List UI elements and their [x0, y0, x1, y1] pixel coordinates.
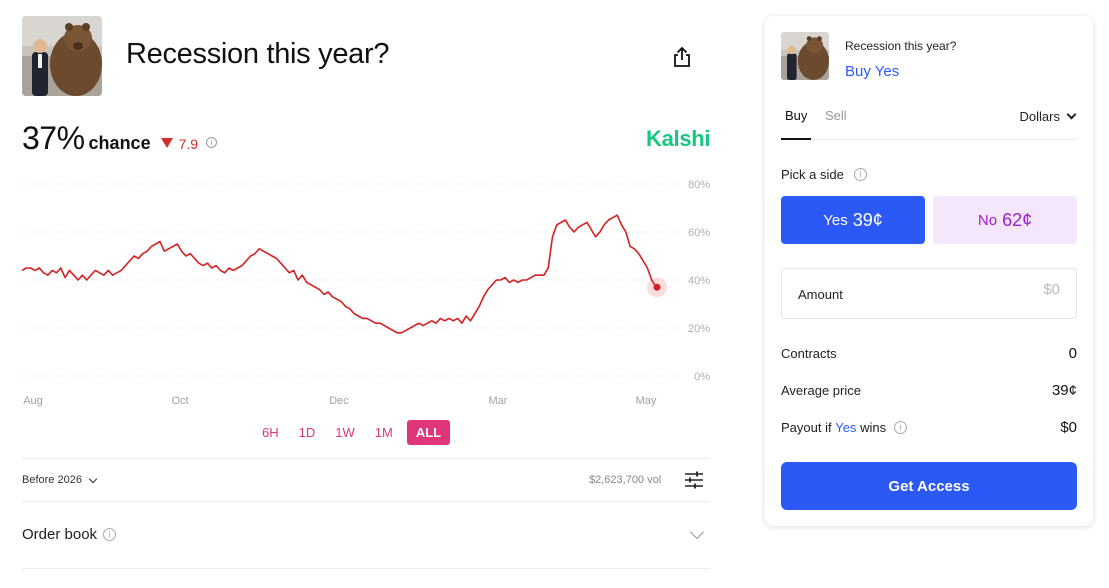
x-tick-label: Aug	[23, 395, 43, 407]
range-1d-button[interactable]: 1D	[293, 420, 322, 445]
period-dropdown[interactable]: Before 2026	[22, 474, 98, 486]
amount-label: Amount	[798, 287, 843, 302]
x-tick-label: Oct	[171, 395, 188, 407]
buy-no-button[interactable]: No 62¢	[933, 196, 1077, 244]
probability-change: 7.9 i	[160, 136, 218, 152]
y-tick-label: 60%	[688, 227, 710, 239]
market-image	[22, 16, 102, 96]
current-point	[653, 283, 661, 291]
payout-row: Payout if Yes wins i $0	[781, 419, 1077, 436]
range-1w-button[interactable]: 1W	[329, 420, 361, 445]
pick-side-label: Pick a side i	[781, 167, 867, 182]
divider	[22, 501, 710, 502]
range-6h-button[interactable]: 6H	[256, 420, 285, 445]
tab-sell[interactable]: Sell	[825, 108, 847, 123]
tab-buy[interactable]: Buy	[785, 108, 807, 123]
series-line	[21, 214, 657, 334]
no-price: 62¢	[1002, 209, 1033, 230]
payout-side: Yes	[835, 420, 857, 435]
trade-panel: Recession this year? Buy Yes Buy Sell Do…	[765, 16, 1093, 526]
yes-price: 39¢	[852, 209, 883, 230]
panel-side-label: Buy Yes	[845, 63, 900, 80]
amount-field: Amount	[781, 268, 1077, 319]
payout-suffix: wins	[860, 420, 887, 435]
probability-value: 37%	[22, 120, 85, 156]
y-tick-label: 40%	[688, 275, 710, 287]
average-price-label: Average price	[781, 383, 861, 398]
get-access-button[interactable]: Get Access	[781, 462, 1077, 510]
currency-label: Dollars	[1019, 109, 1060, 124]
chevron-down-icon	[88, 474, 98, 483]
time-range-selector: 6H 1D 1W 1M ALL	[256, 420, 451, 445]
x-tick-label: May	[636, 395, 657, 407]
info-icon[interactable]: i	[103, 528, 117, 541]
no-label: No	[977, 211, 998, 229]
change-value: 7.9	[178, 136, 199, 152]
down-arrow-icon	[160, 138, 173, 148]
buy-yes-button[interactable]: Yes 39¢	[781, 196, 925, 244]
probability-row: 37% chance 7.9 i	[22, 120, 218, 157]
y-tick-label: 80%	[688, 179, 710, 191]
range-1m-button[interactable]: 1M	[369, 420, 399, 445]
price-chart-svg: 80% 60% 40% 20% 0% Aug Oct Dec Mar May	[21, 179, 710, 407]
x-tick-label: Mar	[489, 395, 508, 407]
period-label: Before 2026	[22, 474, 82, 486]
amount-input[interactable]	[940, 281, 1060, 298]
market-title: Recession this year?	[126, 38, 390, 70]
bear-statue-photo	[781, 32, 829, 80]
range-all-button[interactable]: ALL	[406, 420, 451, 445]
payout-label: Payout if Yes wins i	[781, 420, 908, 435]
divider	[22, 568, 710, 569]
share-button[interactable]	[670, 44, 694, 70]
brand-logo: Kalshi	[646, 126, 711, 151]
payout-value: $0	[1060, 419, 1077, 436]
divider	[22, 458, 710, 459]
bear-statue-photo	[22, 16, 102, 96]
price-chart: 80% 60% 40% 20% 0% Aug Oct Dec Mar May	[0, 170, 720, 415]
average-price-value: 39¢	[1051, 382, 1077, 399]
sliders-icon	[685, 471, 703, 489]
x-tick-label: Dec	[329, 395, 349, 407]
yes-label: Yes	[823, 211, 848, 229]
info-icon[interactable]: i	[206, 136, 218, 148]
trade-tabs: Buy Sell Dollars	[781, 108, 1077, 140]
share-icon	[674, 46, 690, 67]
order-book-toggle[interactable]: Order book i	[22, 526, 117, 543]
contracts-value: 0	[1068, 345, 1077, 362]
panel-market-title: Recession this year?	[845, 39, 957, 53]
contracts-label: Contracts	[781, 346, 837, 361]
panel-market-image	[781, 32, 829, 80]
payout-prefix: Payout if	[781, 420, 832, 435]
info-icon[interactable]: i	[894, 421, 908, 434]
contracts-row: Contracts 0	[781, 345, 1077, 362]
probability-label: chance	[88, 133, 151, 153]
filter-settings-button[interactable]	[684, 471, 704, 489]
chevron-down-icon[interactable]	[689, 524, 705, 540]
pick-side-text: Pick a side	[781, 167, 844, 182]
chevron-down-icon	[1066, 109, 1077, 120]
order-book-label: Order book	[22, 526, 98, 543]
average-price-row: Average price 39¢	[781, 382, 1077, 399]
active-tab-indicator	[781, 138, 811, 140]
info-icon[interactable]: i	[853, 168, 867, 181]
y-tick-label: 20%	[688, 323, 710, 335]
currency-dropdown[interactable]: Dollars	[1019, 109, 1077, 124]
y-tick-label: 0%	[694, 371, 710, 383]
volume-text: $2,623,700 vol	[589, 474, 662, 486]
